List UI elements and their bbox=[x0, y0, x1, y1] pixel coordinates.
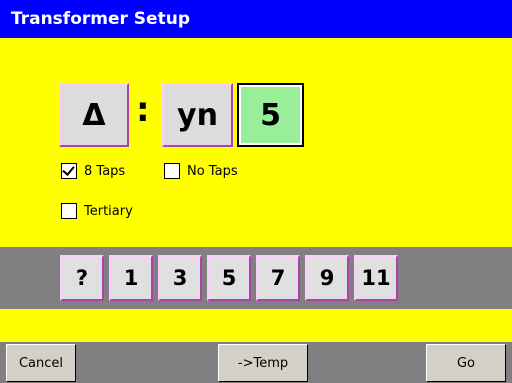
phase-button-5[interactable]: 5 bbox=[207, 255, 251, 301]
phase-button-unknown[interactable]: ? bbox=[60, 255, 104, 301]
taps8-option[interactable]: 8 Taps bbox=[61, 163, 125, 179]
ratio-separator: : bbox=[136, 90, 150, 130]
phase-button-3[interactable]: 3 bbox=[158, 255, 202, 301]
phase-button-11[interactable]: 11 bbox=[354, 255, 398, 301]
cancel-button[interactable]: Cancel bbox=[6, 344, 76, 382]
secondary-winding-button[interactable]: yn bbox=[162, 83, 233, 147]
phase-button-1[interactable]: 1 bbox=[109, 255, 153, 301]
taps8-checkbox[interactable] bbox=[61, 163, 77, 179]
phase-shift-button[interactable]: 5 bbox=[237, 83, 304, 147]
phase-button-9[interactable]: 9 bbox=[305, 255, 349, 301]
go-button[interactable]: Go bbox=[426, 344, 506, 382]
primary-winding-button[interactable]: Δ bbox=[59, 83, 129, 147]
window-title: Transformer Setup bbox=[0, 0, 512, 38]
tertiary-label: Tertiary bbox=[84, 203, 133, 219]
no-taps-option[interactable]: No Taps bbox=[164, 163, 238, 179]
temp-button[interactable]: ->Temp bbox=[218, 344, 308, 382]
tertiary-option[interactable]: Tertiary bbox=[61, 203, 133, 219]
no-taps-label: No Taps bbox=[187, 163, 238, 179]
taps8-label: 8 Taps bbox=[84, 163, 126, 179]
tertiary-checkbox[interactable] bbox=[61, 203, 77, 219]
no-taps-checkbox[interactable] bbox=[164, 163, 180, 179]
phase-button-7[interactable]: 7 bbox=[256, 255, 300, 301]
transformer-setup-window: Transformer Setup Δ : yn 5 8 Taps No Tap… bbox=[0, 0, 512, 383]
